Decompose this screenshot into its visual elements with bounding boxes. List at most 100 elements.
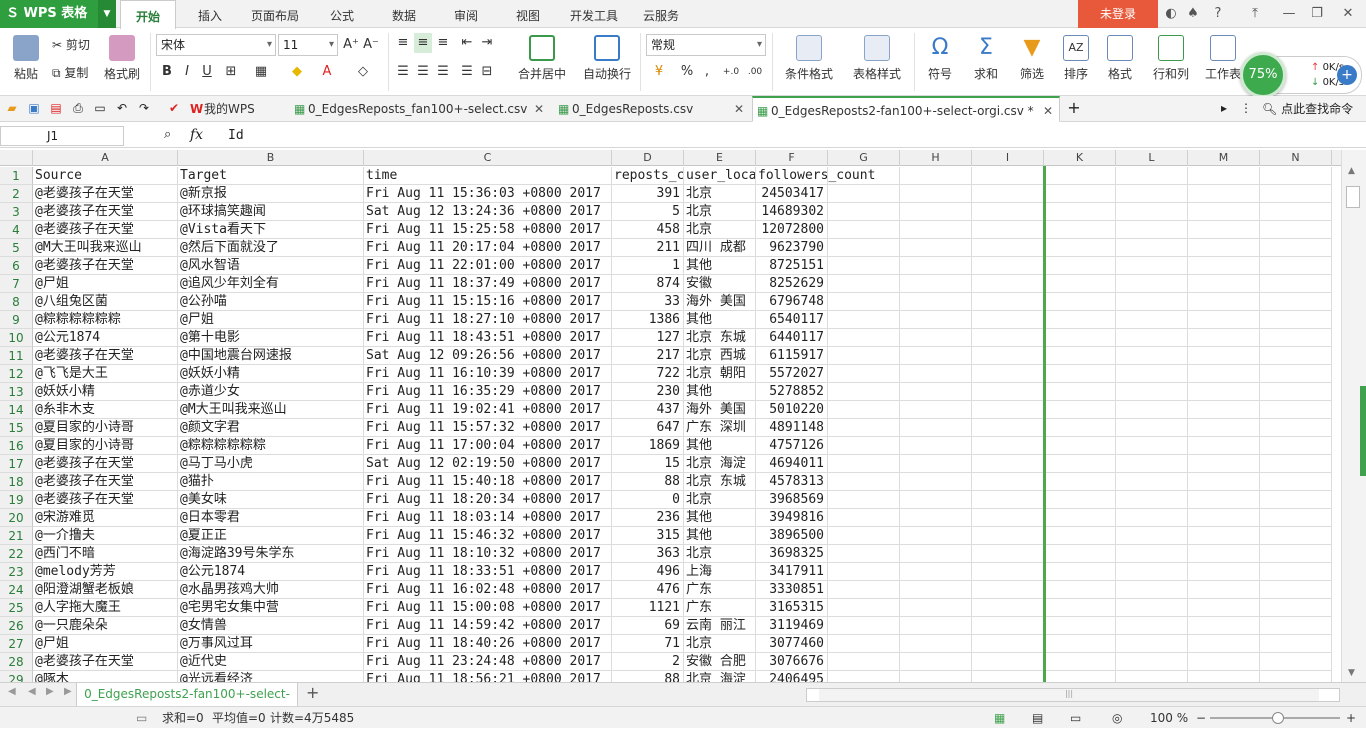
grid-cell[interactable]: 5010220 <box>756 401 828 419</box>
grid-cell[interactable] <box>1116 221 1188 239</box>
grid-cell[interactable]: @公元1874 <box>178 563 364 581</box>
grid-cell[interactable] <box>828 167 900 185</box>
row-header[interactable]: 7 <box>0 275 33 293</box>
grid-cell[interactable] <box>1260 383 1332 401</box>
row-header[interactable]: 4 <box>0 221 33 239</box>
grid-cell[interactable] <box>828 599 900 617</box>
grid-cell[interactable] <box>1260 599 1332 617</box>
grid-cell[interactable]: 3076676 <box>756 653 828 671</box>
grid-cell[interactable]: Fri Aug 11 17:00:04 +0800 2017 <box>364 437 612 455</box>
grid-cell[interactable]: time <box>364 167 612 185</box>
add-sheet-icon[interactable]: + <box>306 683 319 702</box>
clear-format-icon[interactable]: ◇ <box>354 62 372 82</box>
column-header-d[interactable]: D <box>612 150 684 166</box>
grid-cell[interactable] <box>972 599 1044 617</box>
row-header[interactable]: 2 <box>0 185 33 203</box>
grid-cell[interactable]: 6440117 <box>756 329 828 347</box>
grid-cell[interactable]: 北京 海淀 <box>684 671 756 682</box>
grid-cell[interactable] <box>972 365 1044 383</box>
grid-cell[interactable] <box>972 455 1044 473</box>
align-bottom-icon[interactable]: ≡ <box>434 33 452 53</box>
grid-cell[interactable]: Fri Aug 11 18:40:26 +0800 2017 <box>364 635 612 653</box>
grid-cell[interactable]: @宋游难觅 <box>33 509 178 527</box>
grid-cell[interactable] <box>972 185 1044 203</box>
grid-cell[interactable]: @阳澄湖蟹老板娘 <box>33 581 178 599</box>
row-header[interactable]: 6 <box>0 257 33 275</box>
shrink-font-icon[interactable]: A⁻ <box>362 35 380 55</box>
align-left-icon[interactable]: ☰ <box>394 62 412 82</box>
grid-cell[interactable] <box>1116 257 1188 275</box>
merge-center-button[interactable]: 合并居中 <box>510 35 574 82</box>
grid-cell[interactable] <box>1188 653 1260 671</box>
grid-cell[interactable] <box>1188 383 1260 401</box>
name-box[interactable]: J1 <box>0 126 124 146</box>
italic-icon[interactable]: I <box>178 62 196 82</box>
row-header[interactable]: 21 <box>0 527 33 545</box>
grid-cell[interactable] <box>1044 509 1116 527</box>
grid-cell[interactable] <box>1044 617 1116 635</box>
grid-cell[interactable]: @老婆孩子在天堂 <box>33 185 178 203</box>
grid-cell[interactable] <box>1188 581 1260 599</box>
tab-doc-3-active[interactable]: ▦ 0_EdgesReposts2-fan100+-select-orgi.csv… <box>752 96 1060 122</box>
grid-cell[interactable] <box>828 581 900 599</box>
close-tab-icon[interactable]: ✕ <box>1043 98 1053 124</box>
grid-cell[interactable]: 3949816 <box>756 509 828 527</box>
grid-cell[interactable] <box>1116 311 1188 329</box>
grid-cell[interactable]: 0 <box>612 491 684 509</box>
grid-cell[interactable] <box>828 455 900 473</box>
grid-cell[interactable] <box>972 329 1044 347</box>
grid-cell[interactable] <box>972 509 1044 527</box>
grid-cell[interactable]: 北京 <box>684 545 756 563</box>
grid-cell[interactable] <box>1188 455 1260 473</box>
grid-cell[interactable]: @公孙喵 <box>178 293 364 311</box>
grid-cell[interactable] <box>1260 527 1332 545</box>
row-header[interactable]: 20 <box>0 509 33 527</box>
tab-doc-2[interactable]: ▦ 0_EdgesReposts.csv ✕ <box>554 96 750 122</box>
grid-cell[interactable]: @夏目家的小诗哥 <box>33 419 178 437</box>
print-icon[interactable]: ⎙ <box>70 100 86 116</box>
grid-cell[interactable] <box>972 617 1044 635</box>
grid-cell[interactable]: @老婆孩子在天堂 <box>33 653 178 671</box>
grid-cell[interactable]: @光远看经济 <box>178 671 364 682</box>
grid-cell[interactable]: Fri Aug 11 18:56:21 +0800 2017 <box>364 671 612 682</box>
grid-cell[interactable] <box>1260 185 1332 203</box>
grid-cell[interactable] <box>828 473 900 491</box>
grid-cell[interactable] <box>900 239 972 257</box>
grid-cell[interactable]: 2406495 <box>756 671 828 682</box>
grid-cell[interactable]: 437 <box>612 401 684 419</box>
grid-cell[interactable] <box>900 581 972 599</box>
grid-cell[interactable]: 2 <box>612 653 684 671</box>
grid-cell[interactable]: 9623790 <box>756 239 828 257</box>
page-layout-view-icon[interactable]: ▭ <box>1070 707 1081 729</box>
bold-icon[interactable]: B <box>158 62 176 82</box>
indent-increase-icon[interactable]: ⇥ <box>478 33 496 53</box>
grid-cell[interactable] <box>1116 545 1188 563</box>
column-header-c[interactable]: C <box>364 150 612 166</box>
grid-cell[interactable]: @然后下面就没了 <box>178 239 364 257</box>
grid-cell[interactable]: 北京 东城 <box>684 473 756 491</box>
grid-cell[interactable] <box>972 275 1044 293</box>
grid-cell[interactable]: @老婆孩子在天堂 <box>33 473 178 491</box>
scroll-down-icon[interactable]: ▼ <box>1348 668 1355 678</box>
grid-cell[interactable] <box>1116 671 1188 682</box>
grid-cell[interactable] <box>972 473 1044 491</box>
grid-cell[interactable] <box>1260 293 1332 311</box>
tab-review[interactable]: 审阅 <box>438 0 494 28</box>
grid-cell[interactable] <box>1044 563 1116 581</box>
grid-cell[interactable] <box>972 167 1044 185</box>
grid-cell[interactable]: @妖妖小精 <box>33 383 178 401</box>
grid-cell[interactable] <box>972 311 1044 329</box>
row-header[interactable]: 8 <box>0 293 33 311</box>
grid-cell[interactable] <box>1260 437 1332 455</box>
grid-cell[interactable] <box>1188 347 1260 365</box>
grid-cell[interactable] <box>972 347 1044 365</box>
grid-cell[interactable] <box>1260 563 1332 581</box>
grid-cell[interactable] <box>1116 509 1188 527</box>
grid-cell[interactable]: @日本零君 <box>178 509 364 527</box>
wps-menu-button[interactable]: Ｓ WPS 表格 ▼ <box>0 0 116 28</box>
tab-data[interactable]: 数据 <box>376 0 432 28</box>
grid-cell[interactable] <box>1044 293 1116 311</box>
grid-cell[interactable]: @M大王叫我来巡山 <box>33 239 178 257</box>
grid-cell[interactable]: 3119469 <box>756 617 828 635</box>
grid-cell[interactable]: 3077460 <box>756 635 828 653</box>
